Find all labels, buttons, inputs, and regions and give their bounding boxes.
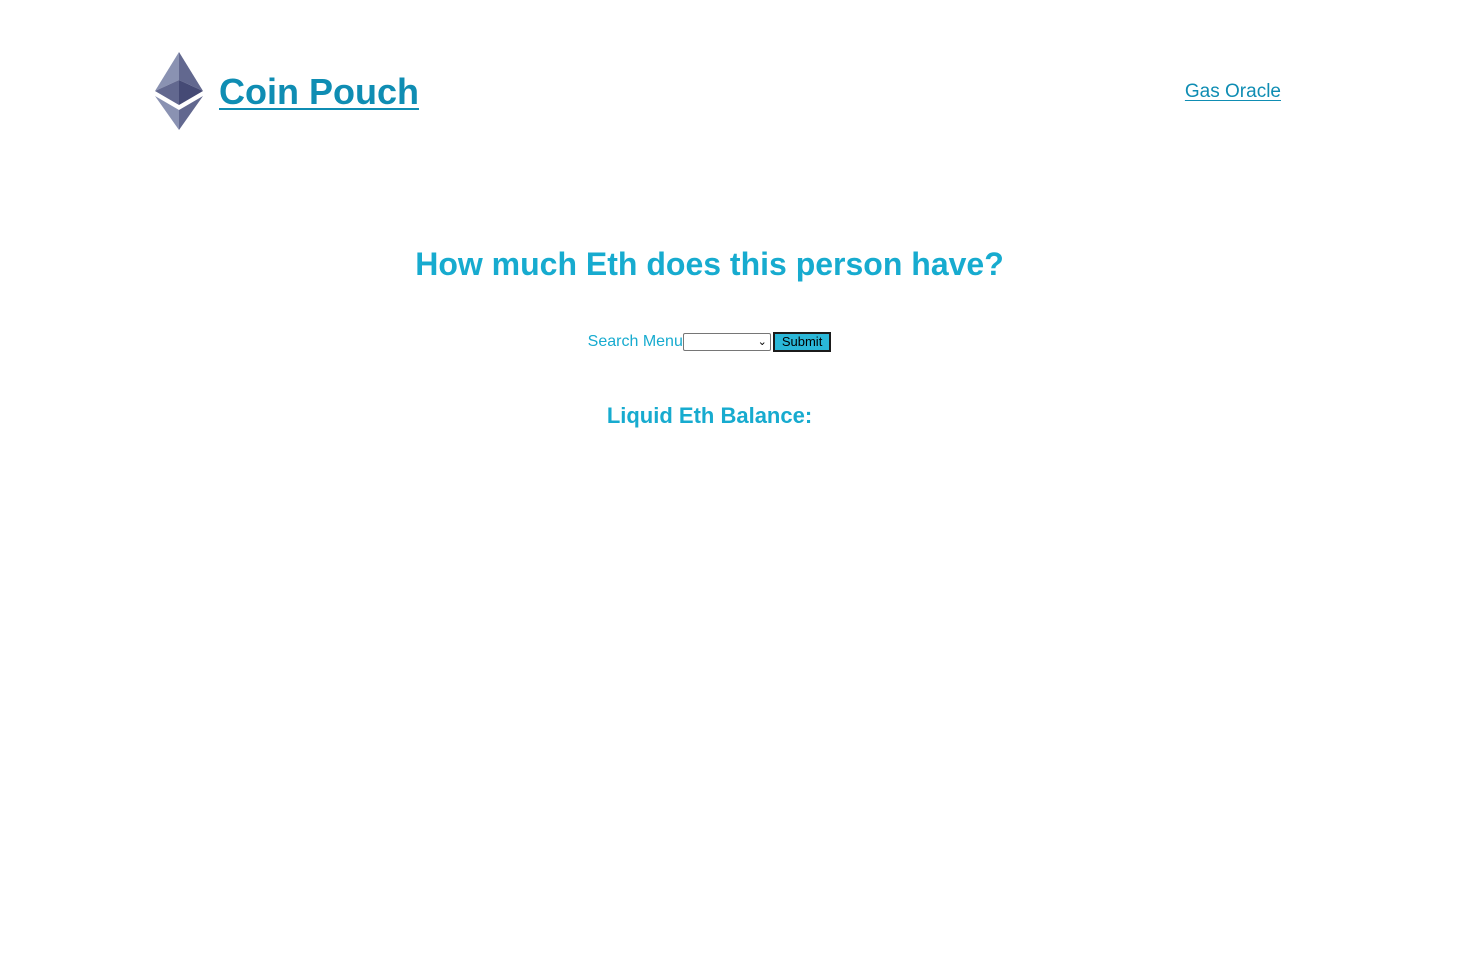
page: Coin Pouch Gas Oracle How much Eth does … xyxy=(0,0,1481,967)
liquid-eth-balance-label: Liquid Eth Balance: xyxy=(606,403,813,428)
main-content: How much Eth does this person have? Sear… xyxy=(0,240,1419,430)
gas-oracle-link[interactable]: Gas Oracle xyxy=(1185,80,1281,104)
chevron-down-icon: ⌄ xyxy=(757,336,767,348)
search-select[interactable]: ⌄ xyxy=(682,333,771,351)
ethereum-logo-icon[interactable] xyxy=(155,52,203,130)
search-menu-label: Search Menu xyxy=(587,333,683,350)
site-header: Coin Pouch Gas Oracle xyxy=(155,52,1281,132)
page-headline: How much Eth does this person have? xyxy=(415,246,1004,282)
search-form: Search Menu ⌄ Submit xyxy=(0,330,1419,354)
submit-button[interactable]: Submit xyxy=(772,332,832,352)
site-title-link[interactable]: Coin Pouch xyxy=(219,70,419,114)
